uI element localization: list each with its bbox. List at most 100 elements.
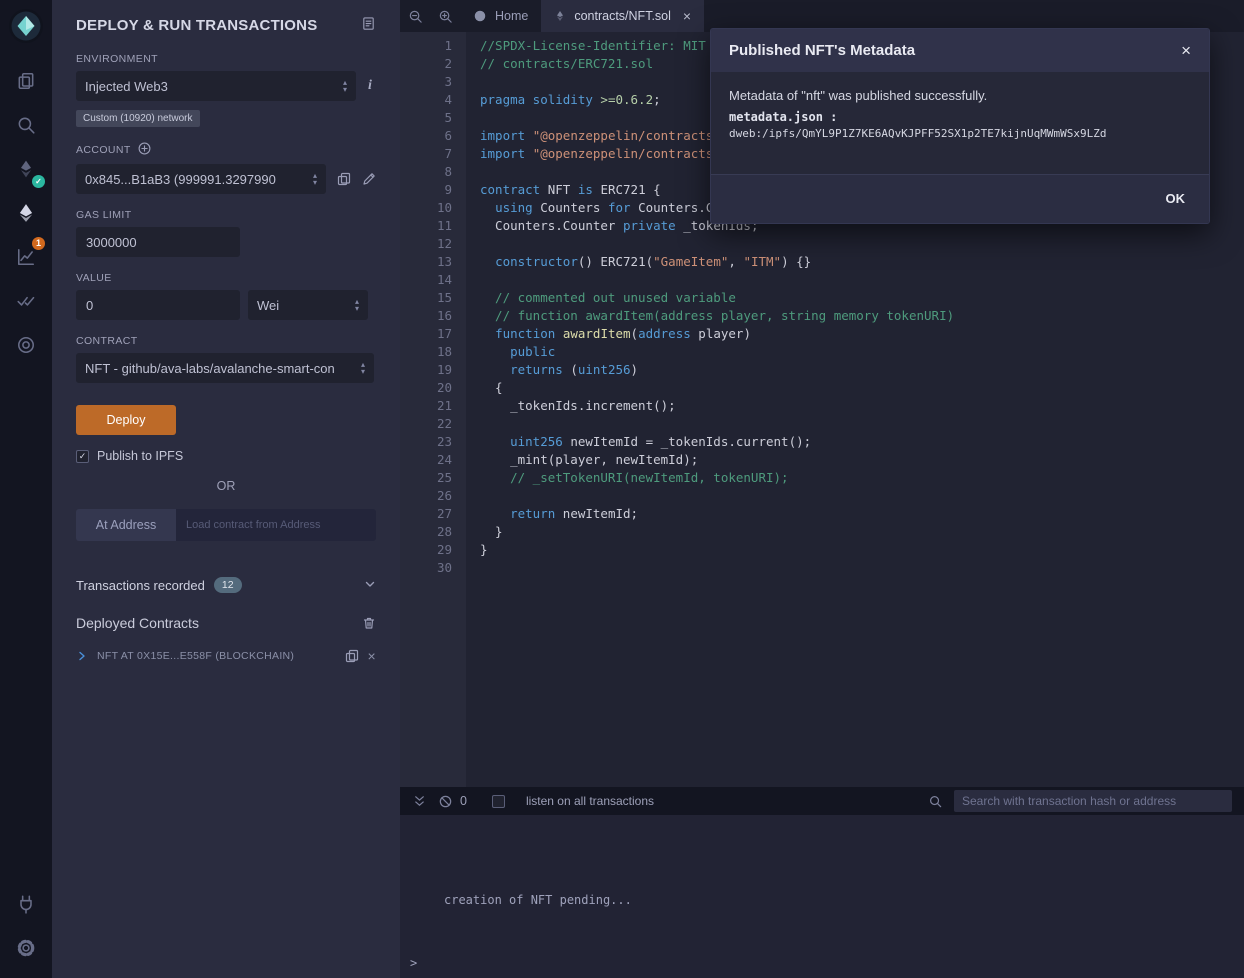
line-number: 27: [400, 505, 452, 523]
tab-contracts-nft-sol[interactable]: contracts/NFT.sol ×: [541, 0, 704, 32]
notebook-icon[interactable]: [361, 16, 376, 34]
close-modal-icon[interactable]: ×: [1181, 42, 1191, 59]
code-line[interactable]: return newItemId;: [480, 505, 1244, 523]
code-line[interactable]: public: [480, 343, 1244, 361]
code-line[interactable]: [480, 487, 1244, 505]
code-line[interactable]: function awardItem(address player): [480, 325, 1244, 343]
sign-message-icon[interactable]: [362, 172, 376, 186]
published-metadata-modal: Published NFT's Metadata × Metadata of "…: [710, 28, 1210, 224]
publish-ipfs-checkbox[interactable]: [76, 450, 89, 463]
code-line[interactable]: [480, 415, 1244, 433]
home-icon: [473, 9, 487, 23]
expand-terminal-icon[interactable]: [412, 794, 427, 809]
chevron-right-icon[interactable]: [76, 650, 88, 662]
account-select[interactable]: 0x845...B1aB3 (999991.3297990: [76, 164, 326, 194]
code-line[interactable]: _tokenIds.increment();: [480, 397, 1244, 415]
analysis-icon[interactable]: 1: [0, 235, 52, 279]
select-caret-icon: [355, 299, 359, 312]
code-line[interactable]: [480, 559, 1244, 577]
code-line[interactable]: _mint(player, newItemId);: [480, 451, 1244, 469]
modal-footer: OK: [711, 174, 1209, 223]
line-number: 3: [400, 73, 452, 91]
line-number: 29: [400, 541, 452, 559]
line-number: 25: [400, 469, 452, 487]
code-line[interactable]: // _setTokenURI(newItemId, tokenURI);: [480, 469, 1244, 487]
copy-instance-icon[interactable]: [345, 649, 359, 663]
info-icon[interactable]: i: [368, 78, 372, 94]
line-number: 4: [400, 91, 452, 109]
trash-icon[interactable]: [362, 616, 376, 630]
clear-console-icon[interactable]: [438, 794, 453, 809]
add-account-icon[interactable]: [138, 142, 151, 158]
tab-label: Home: [495, 9, 528, 23]
terminal-log-line: creation of NFT pending...: [400, 815, 1244, 907]
value-unit-select[interactable]: Wei: [248, 290, 368, 320]
modal-header: Published NFT's Metadata ×: [711, 29, 1209, 72]
modal-title: Published NFT's Metadata: [729, 42, 915, 59]
value-label: VALUE: [76, 272, 376, 284]
close-tab-icon[interactable]: ×: [683, 9, 691, 23]
at-address-input[interactable]: [176, 509, 376, 541]
copy-account-icon[interactable]: [337, 172, 351, 186]
line-number: 30: [400, 559, 452, 577]
zoom-in-icon[interactable]: [430, 0, 460, 32]
debugger-icon[interactable]: [0, 323, 52, 367]
line-number: 12: [400, 235, 452, 253]
code-line[interactable]: constructor() ERC721("GameItem", "ITM") …: [480, 253, 1244, 271]
zoom-out-icon[interactable]: [400, 0, 430, 32]
search-icon[interactable]: [0, 103, 52, 147]
line-number: 19: [400, 361, 452, 379]
remix-logo-icon[interactable]: [8, 8, 44, 49]
terminal-prompt: >: [410, 956, 417, 970]
line-number: 8: [400, 163, 452, 181]
modal-body: Metadata of "nft" was published successf…: [711, 72, 1209, 174]
unit-testing-icon[interactable]: [0, 279, 52, 323]
code-line[interactable]: // commented out unused variable: [480, 289, 1244, 307]
terminal-search-input[interactable]: [962, 794, 1224, 808]
deploy-run-icon[interactable]: [0, 191, 52, 235]
environment-value: Injected Web3: [85, 79, 168, 94]
environment-select[interactable]: Injected Web3: [76, 71, 356, 101]
deploy-run-panel: DEPLOY & RUN TRANSACTIONS ENVIRONMENT In…: [52, 0, 400, 978]
contract-select[interactable]: NFT - github/ava-labs/avalanche-smart-co…: [76, 353, 374, 383]
code-line[interactable]: }: [480, 523, 1244, 541]
gas-limit-input[interactable]: [76, 227, 240, 257]
code-line[interactable]: // function awardItem(address player, st…: [480, 307, 1244, 325]
line-number: 17: [400, 325, 452, 343]
code-line[interactable]: returns (uint256): [480, 361, 1244, 379]
line-number: 28: [400, 523, 452, 541]
remove-instance-icon[interactable]: ×: [368, 649, 376, 663]
modal-message: Metadata of "nft" was published successf…: [729, 88, 1191, 103]
line-number: 10: [400, 199, 452, 217]
solidity-compiler-icon[interactable]: ✓: [0, 147, 52, 191]
network-badge: Custom (10920) network: [76, 110, 200, 127]
file-explorer-icon[interactable]: [0, 59, 52, 103]
code-line[interactable]: [480, 271, 1244, 289]
code-line[interactable]: uint256 newItemId = _tokenIds.current();: [480, 433, 1244, 451]
deploy-button[interactable]: Deploy: [76, 405, 176, 435]
gas-limit-label: GAS LIMIT: [76, 209, 376, 221]
value-input[interactable]: [76, 290, 240, 320]
code-line[interactable]: [480, 235, 1244, 253]
line-number: 15: [400, 289, 452, 307]
terminal[interactable]: creation of NFT pending... >: [400, 815, 1244, 978]
code-line[interactable]: {: [480, 379, 1244, 397]
tab-label: contracts/NFT.sol: [574, 9, 671, 23]
line-number: 24: [400, 451, 452, 469]
at-address-button[interactable]: At Address: [76, 509, 176, 541]
transactions-recorded-label: Transactions recorded: [76, 578, 205, 593]
pending-transactions-count: 0: [460, 794, 467, 808]
line-number: 6: [400, 127, 452, 145]
compile-success-badge: ✓: [32, 175, 45, 188]
deployed-instance-label: NFT AT 0X15E...E558F (BLOCKCHAIN): [97, 650, 294, 662]
ok-button[interactable]: OK: [1166, 191, 1186, 206]
settings-icon[interactable]: [0, 926, 52, 970]
line-number: 26: [400, 487, 452, 505]
listen-transactions-checkbox[interactable]: [492, 795, 505, 808]
tab-home[interactable]: Home: [460, 0, 541, 32]
plugin-manager-icon[interactable]: [0, 882, 52, 926]
code-line[interactable]: }: [480, 541, 1244, 559]
or-label: OR: [76, 479, 376, 493]
editor-gutter: 1234567891011121314151617181920212223242…: [400, 32, 466, 787]
chevron-down-icon[interactable]: [364, 578, 376, 593]
